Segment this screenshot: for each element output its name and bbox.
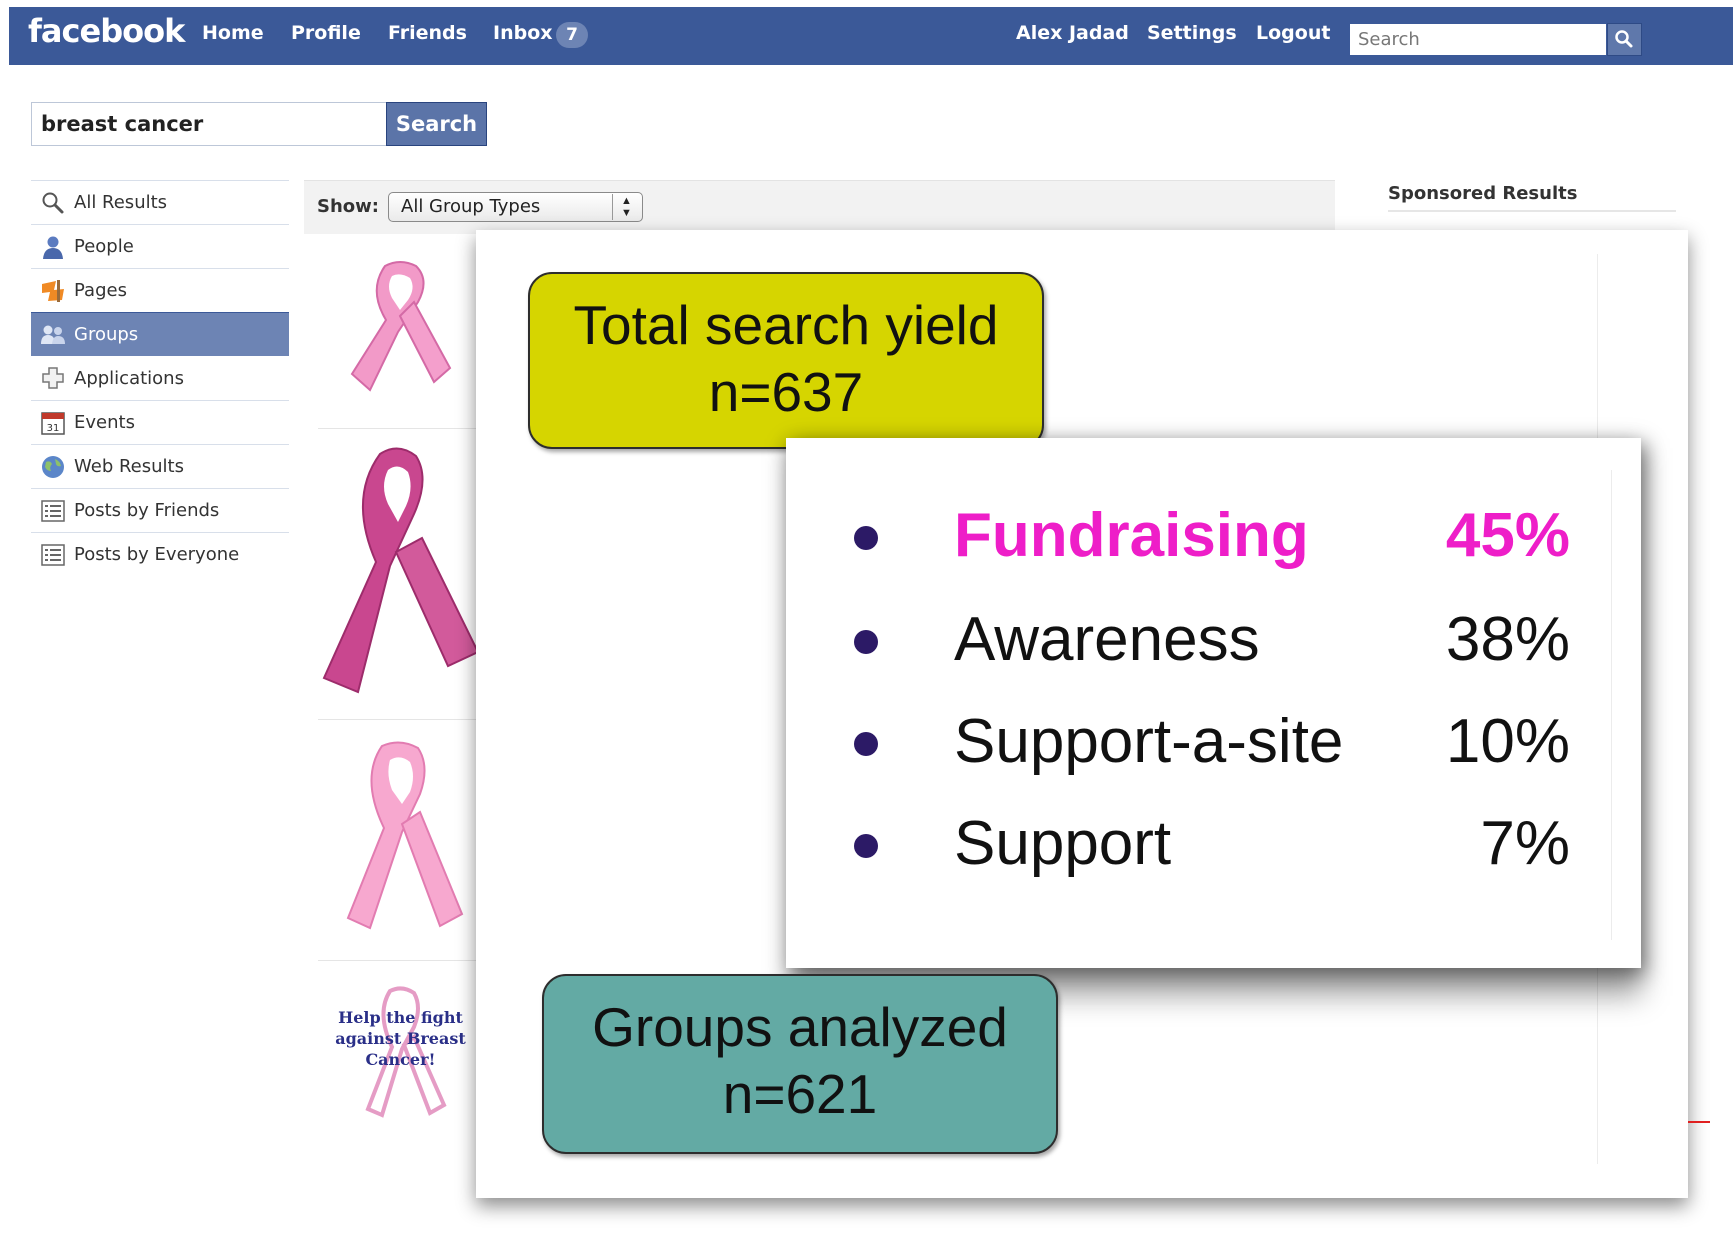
category-percent: 10% [1445, 707, 1570, 776]
sidebar-item-label: Pages [74, 280, 127, 301]
nav-logout[interactable]: Logout [1256, 22, 1330, 44]
person-icon [40, 234, 66, 260]
total-yield-label: Total search yield [573, 294, 999, 356]
category-row-fundraising: Fundraising 45% [850, 488, 1570, 584]
category-row-awareness: Awareness 38% [850, 592, 1570, 688]
bullet-icon [854, 732, 878, 756]
query-search-button[interactable]: Search [386, 102, 487, 146]
list-icon [40, 542, 66, 568]
bullet-icon [854, 526, 878, 550]
nav-inbox[interactable]: Inbox [493, 22, 553, 44]
total-yield-count: n=637 [708, 361, 864, 423]
sidebar-item-groups[interactable]: Groups [31, 312, 289, 356]
facebook-logo[interactable]: facebook [28, 12, 185, 50]
sidebar-item-all-results[interactable]: All Results [31, 180, 289, 224]
calendar-icon: 31 [40, 410, 66, 436]
sidebar-item-people[interactable]: People [31, 224, 289, 268]
category-label: Support-a-site [954, 707, 1344, 776]
groups-analyzed-box: Groups analyzed n=621 [542, 974, 1058, 1154]
show-label: Show: [317, 196, 379, 217]
pink-ribbon-image-2[interactable] [318, 442, 478, 706]
pink-ribbon-image-3[interactable] [330, 738, 470, 942]
category-label: Support [954, 809, 1172, 878]
nav-user-name[interactable]: Alex Jadad [1016, 22, 1129, 44]
sidebar-item-label: Web Results [74, 456, 184, 477]
sponsored-results-title: Sponsored Results [1388, 183, 1578, 204]
category-row-support-a-site: Support-a-site 10% [850, 694, 1570, 790]
groups-analyzed-label: Groups analyzed [592, 996, 1008, 1058]
groups-analyzed-count: n=621 [722, 1063, 878, 1125]
divider [318, 428, 478, 429]
select-arrows-icon: ▲ ▼ [612, 194, 640, 220]
sidebar-item-pages[interactable]: Pages [31, 268, 289, 312]
sidebar-item-label: Posts by Everyone [74, 544, 240, 565]
category-label: Awareness [954, 605, 1260, 674]
category-percent: 7% [1480, 809, 1570, 878]
group-icon [40, 322, 66, 348]
nav-friends[interactable]: Friends [388, 22, 467, 44]
group-type-select[interactable]: All Group Types [388, 192, 643, 222]
divider [318, 719, 478, 720]
total-search-yield-box: Total search yield n=637 [528, 272, 1044, 449]
category-percent: 45% [1445, 501, 1570, 570]
top-search-input[interactable] [1349, 23, 1607, 56]
divider [1388, 210, 1676, 212]
sidebar-item-label: Posts by Friends [74, 500, 220, 521]
magnifier-icon [40, 190, 66, 216]
bullet-icon [854, 834, 878, 858]
sidebar-item-applications[interactable]: Applications [31, 356, 289, 400]
category-label: Fundraising [954, 501, 1309, 570]
filter-sidebar: All Results People Pages Groups Applicat… [31, 180, 289, 576]
svg-text:31: 31 [47, 423, 60, 434]
pink-ribbon-image-1[interactable] [330, 256, 470, 396]
top-search-button[interactable] [1607, 23, 1642, 56]
ribbon-caption: Help the fight against Breast Cancer! [335, 1008, 466, 1069]
sidebar-item-label: All Results [74, 192, 168, 213]
nav-settings[interactable]: Settings [1147, 22, 1237, 44]
globe-icon [40, 454, 66, 480]
magnifier-icon [1615, 30, 1633, 48]
sidebar-item-label: Events [74, 412, 135, 433]
divider [318, 960, 478, 961]
sidebar-item-events[interactable]: 31 Events [31, 400, 289, 444]
sidebar-item-label: Applications [74, 367, 184, 389]
divider [1611, 470, 1612, 940]
category-percent: 38% [1445, 605, 1570, 674]
inbox-count-badge[interactable]: 7 [556, 22, 588, 48]
sidebar-item-label: Groups [74, 324, 139, 345]
flag-icon [40, 278, 66, 304]
nav-home[interactable]: Home [202, 22, 264, 44]
list-icon [40, 498, 66, 524]
category-row-support: Support 7% [850, 796, 1570, 892]
puzzle-icon [40, 365, 66, 391]
bullet-icon [854, 630, 878, 654]
sidebar-item-web-results[interactable]: Web Results [31, 444, 289, 488]
nav-profile[interactable]: Profile [291, 22, 361, 44]
sidebar-item-label: People [74, 236, 134, 257]
query-input[interactable] [31, 102, 387, 146]
red-mark [1688, 1121, 1710, 1123]
sidebar-item-posts-by-everyone[interactable]: Posts by Everyone [31, 532, 289, 576]
sidebar-item-posts-by-friends[interactable]: Posts by Friends [31, 488, 289, 532]
